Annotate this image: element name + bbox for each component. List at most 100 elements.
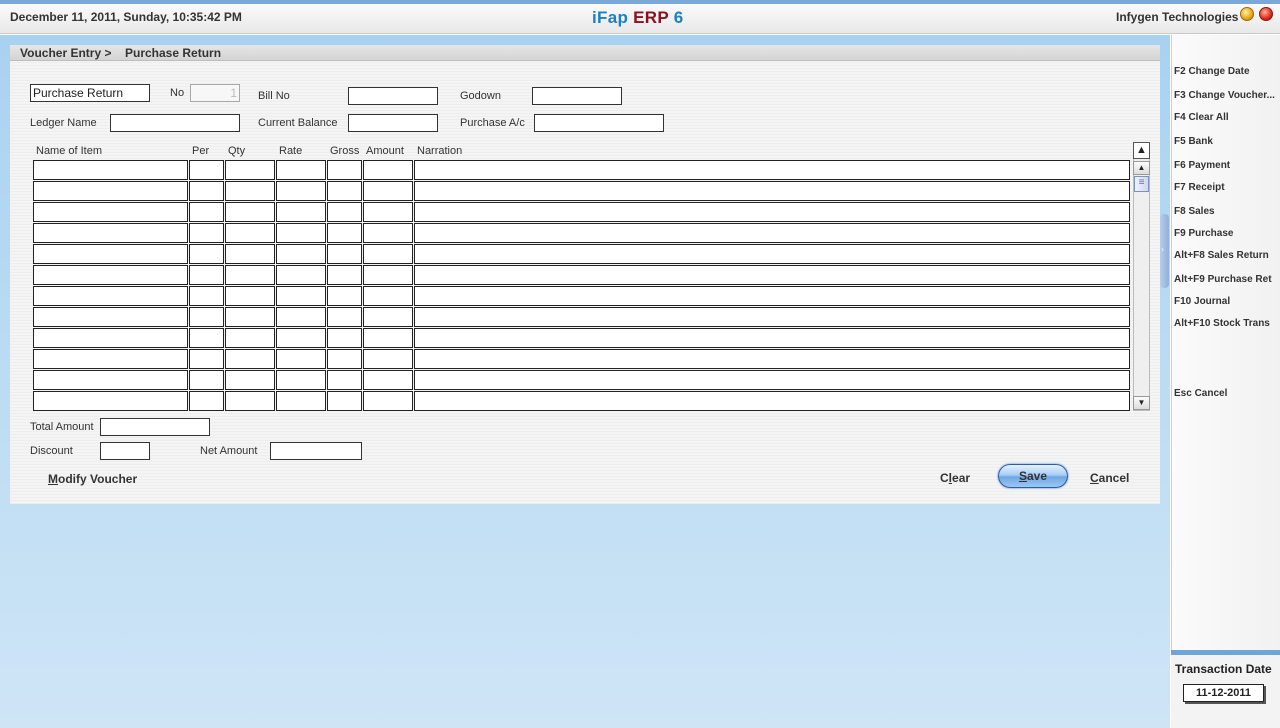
cell-per[interactable] <box>189 181 224 201</box>
cell-rate[interactable] <box>276 370 326 390</box>
purchase-ac-field[interactable] <box>534 114 664 132</box>
cell-name-of-item[interactable] <box>33 328 188 348</box>
shortcut-esc-cancel[interactable]: Esc Cancel <box>1174 388 1227 399</box>
cell-name-of-item[interactable] <box>33 307 188 327</box>
cell-gross[interactable] <box>327 244 362 264</box>
cell-qty[interactable] <box>225 286 275 306</box>
cell-name-of-item[interactable] <box>33 286 188 306</box>
cell-qty[interactable] <box>225 370 275 390</box>
ledger-name-field[interactable] <box>110 114 240 132</box>
shortcut-bank[interactable]: F5 Bank <box>1174 136 1213 147</box>
cell-rate[interactable] <box>276 160 326 180</box>
cell-name-of-item[interactable] <box>33 349 188 369</box>
shortcut-purchase-return[interactable]: Alt+F9 Purchase Ret <box>1174 274 1272 285</box>
cell-narration[interactable] <box>414 160 1130 180</box>
cell-amount[interactable] <box>363 307 413 327</box>
modify-voucher-button[interactable]: Modify Voucher <box>48 472 137 486</box>
shortcut-sales-return[interactable]: Alt+F8 Sales Return <box>1174 250 1269 261</box>
voucher-type-field[interactable]: Purchase Return <box>30 84 150 102</box>
scroll-thumb[interactable]: ≡ <box>1134 176 1149 192</box>
cell-amount[interactable] <box>363 160 413 180</box>
cell-gross[interactable] <box>327 223 362 243</box>
transaction-date-field[interactable]: 11-12-2011 <box>1183 684 1264 702</box>
cell-per[interactable] <box>189 349 224 369</box>
save-button[interactable]: Save <box>998 464 1068 488</box>
cell-per[interactable] <box>189 160 224 180</box>
shortcut-payment[interactable]: F6 Payment <box>1174 160 1230 171</box>
cell-narration[interactable] <box>414 349 1130 369</box>
cell-narration[interactable] <box>414 328 1130 348</box>
cell-gross[interactable] <box>327 202 362 222</box>
cell-per[interactable] <box>189 370 224 390</box>
cell-gross[interactable] <box>327 286 362 306</box>
scroll-top-icon[interactable]: ▲ <box>1133 142 1150 159</box>
voucher-no-field[interactable]: 1 <box>190 84 240 102</box>
cell-rate[interactable] <box>276 265 326 285</box>
cell-name-of-item[interactable] <box>33 391 188 411</box>
cell-narration[interactable] <box>414 181 1130 201</box>
breadcrumb-parent[interactable]: Voucher Entry > <box>20 46 111 60</box>
cell-qty[interactable] <box>225 349 275 369</box>
cell-amount[interactable] <box>363 328 413 348</box>
cell-per[interactable] <box>189 223 224 243</box>
cancel-button[interactable]: Cancel <box>1090 471 1129 485</box>
shortcut-purchase[interactable]: F9 Purchase <box>1174 228 1233 239</box>
cell-amount[interactable] <box>363 349 413 369</box>
scroll-up-icon[interactable]: ▲ <box>1133 161 1150 175</box>
total-amount-field[interactable] <box>100 418 210 436</box>
cell-name-of-item[interactable] <box>33 202 188 222</box>
cell-per[interactable] <box>189 391 224 411</box>
bill-no-field[interactable] <box>348 87 438 105</box>
cell-rate[interactable] <box>276 202 326 222</box>
net-amount-field[interactable] <box>270 442 362 460</box>
cell-narration[interactable] <box>414 307 1130 327</box>
cell-gross[interactable] <box>327 328 362 348</box>
discount-field[interactable] <box>100 442 150 460</box>
cell-qty[interactable] <box>225 181 275 201</box>
cell-name-of-item[interactable] <box>33 160 188 180</box>
cell-rate[interactable] <box>276 307 326 327</box>
shortcut-journal[interactable]: F10 Journal <box>1174 296 1230 307</box>
cell-gross[interactable] <box>327 391 362 411</box>
shortcut-change-date[interactable]: F2 Change Date <box>1174 66 1250 77</box>
cell-rate[interactable] <box>276 244 326 264</box>
cell-gross[interactable] <box>327 160 362 180</box>
cell-qty[interactable] <box>225 307 275 327</box>
cell-qty[interactable] <box>225 391 275 411</box>
cell-name-of-item[interactable] <box>33 370 188 390</box>
cell-amount[interactable] <box>363 286 413 306</box>
cell-per[interactable] <box>189 202 224 222</box>
cell-name-of-item[interactable] <box>33 181 188 201</box>
cell-per[interactable] <box>189 328 224 348</box>
cell-rate[interactable] <box>276 223 326 243</box>
cell-narration[interactable] <box>414 370 1130 390</box>
cell-rate[interactable] <box>276 286 326 306</box>
cell-amount[interactable] <box>363 223 413 243</box>
cell-rate[interactable] <box>276 391 326 411</box>
cell-narration[interactable] <box>414 244 1130 264</box>
cell-amount[interactable] <box>363 265 413 285</box>
cell-amount[interactable] <box>363 244 413 264</box>
cell-name-of-item[interactable] <box>33 265 188 285</box>
cell-per[interactable] <box>189 265 224 285</box>
godown-field[interactable] <box>532 87 622 105</box>
cell-rate[interactable] <box>276 181 326 201</box>
cell-amount[interactable] <box>363 181 413 201</box>
clear-button[interactable]: Clear <box>940 471 970 485</box>
cell-rate[interactable] <box>276 349 326 369</box>
scroll-down-icon[interactable]: ▼ <box>1133 396 1150 410</box>
cell-narration[interactable] <box>414 202 1130 222</box>
cell-narration[interactable] <box>414 223 1130 243</box>
shortcut-change-voucher[interactable]: F3 Change Voucher... <box>1174 90 1275 101</box>
cell-gross[interactable] <box>327 349 362 369</box>
shortcut-sales[interactable]: F8 Sales <box>1174 206 1215 217</box>
shortcut-clear-all[interactable]: F4 Clear All <box>1174 112 1229 123</box>
cell-gross[interactable] <box>327 181 362 201</box>
cell-narration[interactable] <box>414 265 1130 285</box>
minimize-icon[interactable] <box>1240 7 1254 21</box>
cell-gross[interactable] <box>327 307 362 327</box>
cell-per[interactable] <box>189 244 224 264</box>
cell-amount[interactable] <box>363 370 413 390</box>
cell-narration[interactable] <box>414 391 1130 411</box>
shortcut-stock-transfer[interactable]: Alt+F10 Stock Trans <box>1174 318 1270 329</box>
